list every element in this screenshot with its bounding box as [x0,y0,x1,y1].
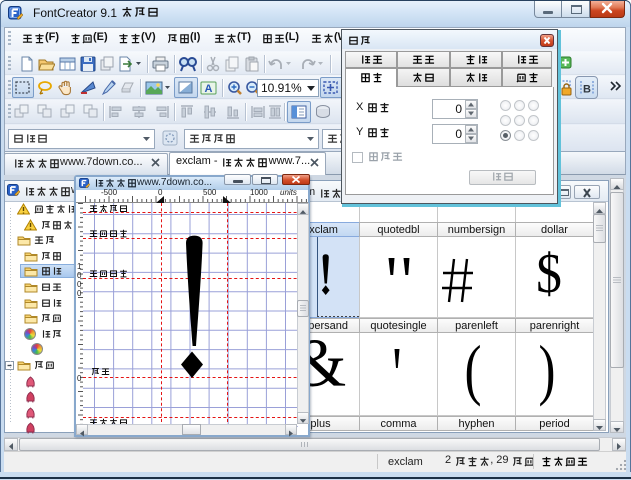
svg-text:A: A [205,83,213,95]
svg-text:B: B [583,84,591,96]
